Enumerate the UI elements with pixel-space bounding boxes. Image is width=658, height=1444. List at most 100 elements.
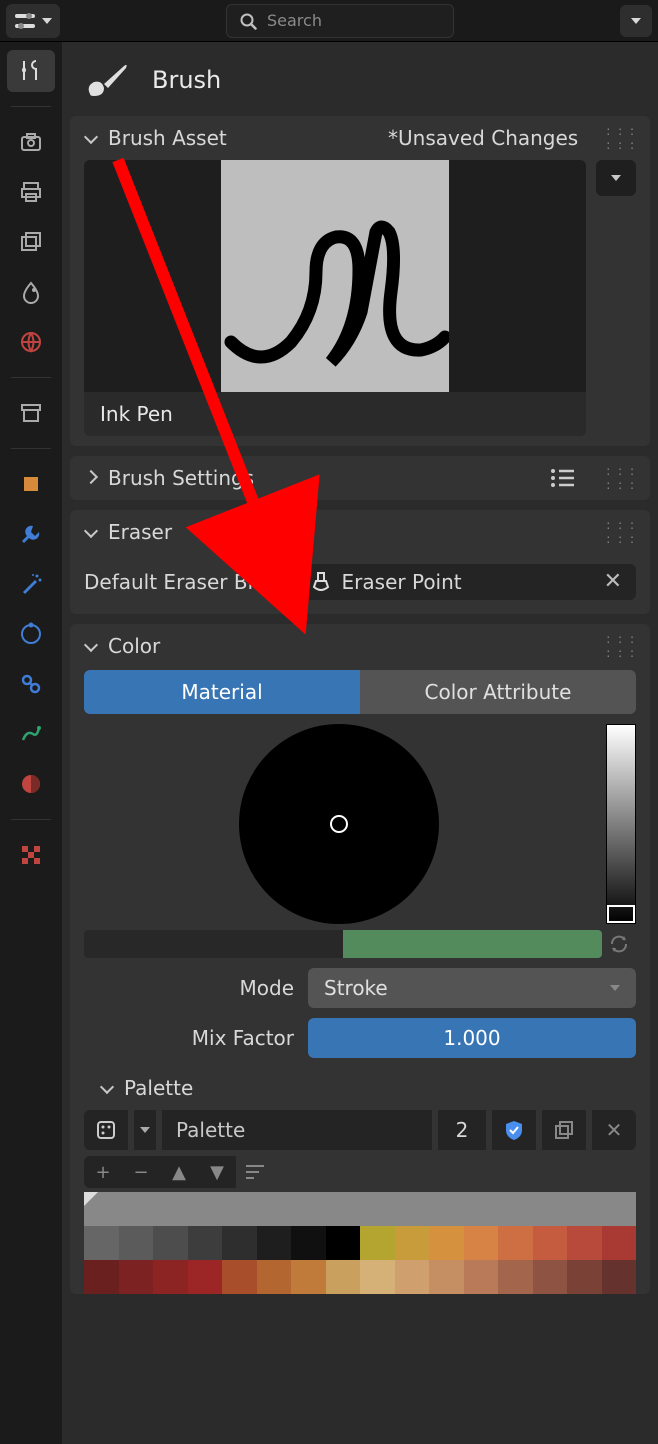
swatch[interactable] xyxy=(567,1226,602,1260)
swatch[interactable] xyxy=(602,1260,637,1294)
swatch[interactable] xyxy=(119,1192,154,1226)
palette-remove-button[interactable]: − xyxy=(122,1156,160,1188)
swatch[interactable] xyxy=(533,1260,568,1294)
swatch[interactable] xyxy=(326,1192,361,1226)
grip-icon[interactable]: : : :: : : xyxy=(606,518,636,546)
swatch[interactable] xyxy=(188,1192,223,1226)
sub-panel-palette-header[interactable]: Palette xyxy=(70,1058,650,1108)
tab-output[interactable] xyxy=(7,171,55,213)
palette-browse-caret[interactable] xyxy=(134,1110,156,1150)
color-swatch-pair[interactable] xyxy=(84,930,602,958)
swatch[interactable] xyxy=(602,1192,637,1226)
tab-modifier[interactable] xyxy=(7,513,55,555)
palette-add-button[interactable]: + xyxy=(84,1156,122,1188)
palette-sort-button[interactable] xyxy=(236,1156,636,1188)
swatch[interactable] xyxy=(464,1226,499,1260)
fake-user-toggle[interactable] xyxy=(492,1110,536,1150)
panel-header-brush-asset[interactable]: Brush Asset *Unsaved Changes : : :: : : xyxy=(70,116,650,160)
swatch[interactable] xyxy=(291,1226,326,1260)
panel-header-color[interactable]: Color : : :: : : xyxy=(70,624,650,668)
panel-header-eraser[interactable]: Eraser : : :: : : xyxy=(70,510,650,554)
palette-users-count[interactable]: 2 xyxy=(438,1110,486,1150)
swatch[interactable] xyxy=(498,1260,533,1294)
mode-select[interactable]: Stroke xyxy=(308,968,636,1008)
swatch[interactable] xyxy=(222,1226,257,1260)
swatch[interactable] xyxy=(464,1260,499,1294)
palette-swatches[interactable] xyxy=(70,1188,650,1294)
swatch[interactable] xyxy=(257,1192,292,1226)
swatch[interactable] xyxy=(360,1192,395,1226)
palette-move-up-button[interactable]: ▲ xyxy=(160,1156,198,1188)
swatch[interactable] xyxy=(84,1192,119,1226)
swatch[interactable] xyxy=(84,1260,119,1294)
tab-scene[interactable] xyxy=(7,271,55,313)
swatch[interactable] xyxy=(326,1260,361,1294)
swatch[interactable] xyxy=(429,1260,464,1294)
swatch[interactable] xyxy=(119,1260,154,1294)
tab-texture[interactable] xyxy=(7,834,55,876)
brush-preview[interactable]: Ink Pen xyxy=(84,160,586,436)
eraser-brush-selector[interactable]: Eraser Point ✕ xyxy=(300,564,636,600)
new-palette-button[interactable] xyxy=(542,1110,586,1150)
grip-icon[interactable]: : : :: : : xyxy=(606,632,636,660)
tab-constraints[interactable] xyxy=(7,663,55,705)
grip-icon[interactable]: : : :: : : xyxy=(606,464,636,492)
swatch[interactable] xyxy=(153,1192,188,1226)
tab-effects[interactable] xyxy=(7,563,55,605)
swatch[interactable] xyxy=(326,1226,361,1260)
swatch[interactable] xyxy=(188,1260,223,1294)
swatch[interactable] xyxy=(429,1226,464,1260)
value-slider[interactable] xyxy=(606,724,636,924)
tab-collection[interactable] xyxy=(7,392,55,434)
tab-viewlayer[interactable] xyxy=(7,221,55,263)
swatch[interactable] xyxy=(222,1260,257,1294)
swatch[interactable] xyxy=(291,1260,326,1294)
options-menu-button[interactable] xyxy=(620,5,652,37)
swatch[interactable] xyxy=(360,1260,395,1294)
panel-header-brush-settings[interactable]: Brush Settings : : :: : : xyxy=(70,456,650,500)
clear-button[interactable]: ✕ xyxy=(600,571,626,593)
swatch[interactable] xyxy=(119,1226,154,1260)
palette-browse-button[interactable] xyxy=(84,1110,128,1150)
swatch[interactable] xyxy=(395,1260,430,1294)
swatch[interactable] xyxy=(498,1192,533,1226)
swatch[interactable] xyxy=(395,1192,430,1226)
grip-icon[interactable]: : : :: : : xyxy=(606,124,636,152)
swatch[interactable] xyxy=(567,1192,602,1226)
swatch[interactable] xyxy=(291,1192,326,1226)
swatch[interactable] xyxy=(153,1260,188,1294)
color-wheel[interactable] xyxy=(239,724,439,924)
tab-physics[interactable] xyxy=(7,613,55,655)
mix-factor-slider[interactable]: 1.000 xyxy=(308,1018,636,1058)
list-icon[interactable] xyxy=(550,467,576,489)
tab-world[interactable] xyxy=(7,321,55,363)
swatch[interactable] xyxy=(464,1192,499,1226)
swatch[interactable] xyxy=(533,1226,568,1260)
tab-data[interactable] xyxy=(7,713,55,755)
swatch[interactable] xyxy=(533,1192,568,1226)
swatch[interactable] xyxy=(222,1192,257,1226)
swatch[interactable] xyxy=(188,1226,223,1260)
swatch[interactable] xyxy=(567,1260,602,1294)
swatch[interactable] xyxy=(153,1226,188,1260)
search-input[interactable]: Search xyxy=(226,4,454,38)
tab-render[interactable] xyxy=(7,121,55,163)
tab-material[interactable] xyxy=(7,763,55,805)
swatch[interactable] xyxy=(257,1226,292,1260)
palette-move-down-button[interactable]: ▼ xyxy=(198,1156,236,1188)
tab-tool[interactable] xyxy=(7,50,55,92)
brush-dropdown-button[interactable] xyxy=(596,160,636,196)
swatch[interactable] xyxy=(498,1226,533,1260)
tab-object[interactable] xyxy=(7,463,55,505)
swatch[interactable] xyxy=(360,1226,395,1260)
swap-colors-button[interactable] xyxy=(602,930,636,958)
swatch[interactable] xyxy=(395,1226,430,1260)
swatch[interactable] xyxy=(257,1260,292,1294)
swatch[interactable] xyxy=(429,1192,464,1226)
context-switcher[interactable] xyxy=(6,4,60,38)
unlink-palette-button[interactable]: ✕ xyxy=(592,1110,636,1150)
tab-color-attribute[interactable]: Color Attribute xyxy=(360,670,636,714)
swatch[interactable] xyxy=(84,1226,119,1260)
swatch[interactable] xyxy=(602,1226,637,1260)
tab-material[interactable]: Material xyxy=(84,670,360,714)
